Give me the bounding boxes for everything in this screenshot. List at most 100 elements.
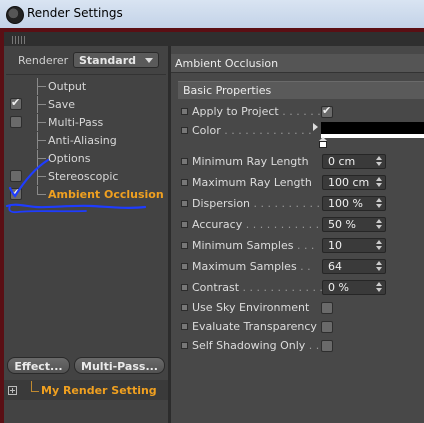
spinner-arrows-icon[interactable]: [376, 177, 382, 188]
field-label: Minimum Samples: [192, 239, 294, 252]
animation-dot-icon[interactable]: [181, 179, 188, 186]
option-checkbox[interactable]: [321, 321, 333, 333]
numeric-input[interactable]: 100 %: [322, 196, 386, 211]
color-brightness-slider[interactable]: [321, 134, 424, 138]
color-label: Color: [192, 124, 221, 137]
field-label: Minimum Ray Length: [192, 155, 309, 168]
panel-header: Ambient Occlusion: [171, 54, 424, 73]
field-label: Maximum Samples: [192, 260, 297, 273]
field-value: 100 %: [328, 197, 363, 210]
expand-triangle-icon[interactable]: [313, 123, 318, 131]
leader-dots: . . . . . . . . . .: [250, 197, 320, 210]
numeric-input[interactable]: 100 cm: [322, 175, 386, 190]
render-setting-label[interactable]: My Render Setting: [41, 384, 157, 397]
nav-item-label: Save: [48, 98, 76, 111]
leader-dots: . . .: [293, 239, 315, 252]
property-label: Dispersion . . . . . . . . . .: [192, 197, 320, 210]
nav-item-anti-aliasing[interactable]: Anti-Aliasing: [8, 132, 164, 149]
nav-item-label: Stereoscopic: [48, 170, 119, 183]
animation-dot-icon[interactable]: [181, 158, 188, 165]
option-checkbox[interactable]: [321, 340, 333, 352]
tree-branch: [37, 104, 46, 105]
multi-pass-button[interactable]: Multi-Pass...: [74, 357, 165, 374]
renderer-label: Renderer: [18, 54, 69, 67]
property-label: Minimum Ray Length: [192, 155, 309, 168]
tree-branch: [37, 140, 46, 141]
section-title: Basic Properties: [183, 84, 272, 97]
nav-item-stereoscopic[interactable]: Stereoscopic: [8, 168, 164, 185]
field-value: 64: [328, 260, 342, 273]
field-row: Dispersion . . . . . . . . . . 100 %: [180, 196, 424, 212]
nav-item-label: Multi-Pass: [48, 116, 104, 129]
nav-item-options[interactable]: Options: [8, 150, 164, 167]
field-label: Accuracy: [192, 218, 243, 231]
apply-to-project-row: Apply to Project . . . . . .: [180, 104, 424, 120]
ambient-occlusion-checkbox[interactable]: [10, 186, 22, 200]
field-value: 0 cm: [328, 155, 356, 168]
field-value: 10: [328, 239, 342, 252]
nav-item-label: Anti-Aliasing: [48, 134, 117, 147]
section-header[interactable]: Basic Properties: [178, 81, 424, 99]
animation-dot-icon[interactable]: [181, 221, 188, 228]
nav-item-multi-pass[interactable]: Multi-Pass: [8, 114, 164, 131]
color-swatch[interactable]: [321, 122, 424, 134]
expand-icon[interactable]: [8, 386, 17, 395]
spinner-arrows-icon[interactable]: [376, 156, 382, 167]
field-value: 0 %: [328, 281, 349, 294]
nav-item-output[interactable]: Output: [8, 78, 164, 95]
property-label: Self Shadowing Only . .: [192, 339, 319, 352]
checkbox-label: Self Shadowing Only: [192, 339, 306, 352]
dropdown-arrow-icon: [145, 58, 153, 63]
title-bar: Render Settings: [0, 0, 424, 28]
panel-grip-bar[interactable]: [4, 32, 424, 46]
field-row: Accuracy . . . . . . . . . . . . 50 %: [180, 217, 424, 233]
separator: [6, 74, 166, 75]
tree-branch: [37, 158, 46, 159]
window-title: Render Settings: [27, 6, 123, 20]
property-label: Maximum Samples . .: [192, 260, 311, 273]
stereoscopic-checkbox[interactable]: [10, 170, 22, 182]
spinner-arrows-icon[interactable]: [376, 261, 382, 272]
spinner-arrows-icon[interactable]: [376, 240, 382, 251]
field-row: Maximum Samples . . 64: [180, 259, 424, 275]
save-checkbox[interactable]: [10, 96, 22, 110]
cinema4d-app-icon: [6, 6, 24, 24]
field-label: Contrast: [192, 281, 240, 294]
animation-dot-icon[interactable]: [181, 127, 188, 134]
animation-dot-icon[interactable]: [181, 323, 188, 330]
checkbox-row: Self Shadowing Only . .: [180, 338, 424, 354]
animation-dot-icon[interactable]: [181, 242, 188, 249]
numeric-input[interactable]: 0 %: [322, 280, 386, 295]
nav-item-save[interactable]: Save: [8, 96, 164, 113]
grip-handle-icon[interactable]: [12, 36, 26, 44]
numeric-input[interactable]: 64: [322, 259, 386, 274]
effect-button[interactable]: Effect...: [7, 357, 70, 374]
apply-to-project-checkbox[interactable]: [321, 104, 333, 118]
animation-dot-icon[interactable]: [181, 284, 188, 291]
renderer-dropdown[interactable]: Standard: [73, 52, 159, 68]
leader-dots: . .: [296, 260, 311, 273]
spinner-arrows-icon[interactable]: [376, 282, 382, 293]
property-label: Evaluate Transparency: [192, 320, 317, 333]
renderer-value: Standard: [79, 54, 137, 67]
numeric-input[interactable]: 50 %: [322, 217, 386, 232]
animation-dot-icon[interactable]: [181, 304, 188, 311]
property-label: Color . . . . . . . . . . . . .: [192, 124, 312, 137]
spinner-arrows-icon[interactable]: [376, 219, 382, 230]
numeric-input[interactable]: 0 cm: [322, 154, 386, 169]
nav-item-ambient-occlusion[interactable]: Ambient Occlusion: [8, 186, 164, 203]
animation-dot-icon[interactable]: [181, 263, 188, 270]
animation-dot-icon[interactable]: [181, 342, 188, 349]
leader-dots: . . . . . .: [278, 105, 321, 118]
nav-item-label: Options: [48, 152, 91, 165]
spinner-arrows-icon[interactable]: [376, 198, 382, 209]
animation-dot-icon[interactable]: [181, 108, 188, 115]
option-checkbox[interactable]: [321, 302, 333, 314]
leader-dots: . . . . . . . . . . . . .: [220, 124, 312, 137]
slider-knob[interactable]: [319, 137, 327, 148]
numeric-input[interactable]: 10: [322, 238, 386, 253]
animation-dot-icon[interactable]: [181, 200, 188, 207]
tree-branch: [37, 122, 46, 123]
multi-pass-checkbox[interactable]: [10, 116, 22, 128]
property-label: Use Sky Environment: [192, 301, 309, 314]
